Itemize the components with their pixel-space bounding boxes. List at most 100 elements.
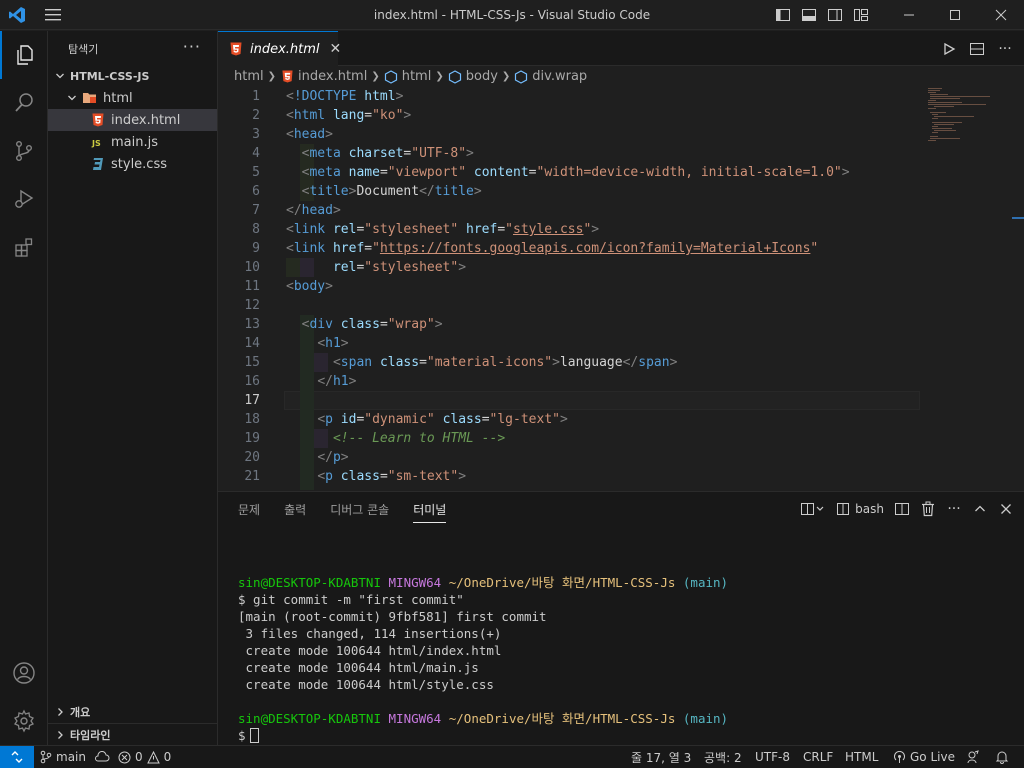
file-main-js[interactable]: JS main.js bbox=[48, 131, 217, 153]
code-line: 17 bbox=[218, 391, 918, 410]
terminal-prompt-line: sin@DESKTOP-KDABTNI MINGW64 ~/OneDrive/바… bbox=[238, 710, 728, 727]
line-number: 19 bbox=[244, 431, 260, 446]
tab-index-html[interactable]: index.html ✕ bbox=[218, 31, 341, 66]
branch-status[interactable]: main bbox=[40, 746, 110, 768]
symbol-element-icon bbox=[448, 69, 462, 84]
chevron-right-icon: ❯ bbox=[371, 71, 380, 82]
go-live-button[interactable]: Go Live bbox=[893, 746, 955, 768]
breadcrumb-item[interactable]: index.html bbox=[298, 69, 367, 84]
project-root[interactable]: HTML-CSS-JS bbox=[48, 65, 217, 87]
line-number: 9 bbox=[252, 241, 260, 256]
indentation-status[interactable]: 공백: 2 bbox=[704, 746, 742, 768]
breadcrumb-item[interactable]: div.wrap bbox=[532, 69, 587, 84]
tab-terminal[interactable]: 터미널 bbox=[413, 501, 447, 523]
notifications-bell-icon[interactable] bbox=[995, 746, 1009, 768]
terminal-command-line: $ git commit -m "first commit" bbox=[238, 592, 464, 607]
code-line: 3 <head> bbox=[218, 125, 918, 144]
problems-status[interactable]: 0 0 bbox=[118, 746, 171, 768]
file-style-css[interactable]: style.css bbox=[48, 153, 217, 175]
accounts-icon[interactable] bbox=[0, 649, 48, 697]
cursor-position[interactable]: 줄 17, 열 3 bbox=[631, 746, 691, 768]
code-line: 11 <body> bbox=[218, 277, 918, 296]
source-control-icon[interactable] bbox=[0, 127, 48, 175]
outline-label: 개요 bbox=[70, 706, 91, 719]
line-number: 10 bbox=[244, 260, 260, 275]
folder-label: html bbox=[103, 90, 133, 106]
explorer-sidebar: 탐색기 ··· HTML-CSS-JS html index.html JS m… bbox=[48, 31, 218, 745]
code-line: 15 <span class="material-icons">language… bbox=[218, 353, 918, 372]
toggle-panel-icon[interactable] bbox=[796, 0, 822, 30]
file-index-html[interactable]: index.html bbox=[48, 109, 217, 131]
line-number: 15 bbox=[244, 355, 260, 370]
title-bar: index.html - HTML-CSS-Js - Visual Studio… bbox=[0, 0, 1024, 30]
run-debug-icon[interactable] bbox=[0, 175, 48, 223]
code-line: 16 </h1> bbox=[218, 372, 918, 391]
feedback-icon[interactable] bbox=[966, 746, 980, 768]
code-line: 1 <!DOCTYPE html> bbox=[218, 87, 918, 106]
code-line: 12 bbox=[218, 296, 918, 315]
trash-icon[interactable] bbox=[920, 499, 936, 519]
line-number: 12 bbox=[244, 298, 260, 313]
tab-debug-console[interactable]: 디버그 콘솔 bbox=[330, 501, 389, 523]
extensions-icon[interactable] bbox=[0, 223, 48, 271]
code-line: 19 <!-- Learn to HTML --> bbox=[218, 429, 918, 448]
breadcrumb-item[interactable]: body bbox=[466, 69, 498, 84]
go-live-label: Go Live bbox=[910, 750, 955, 764]
editor-scrollbar[interactable] bbox=[1012, 87, 1024, 490]
tab-output[interactable]: 출력 bbox=[284, 501, 306, 523]
chevron-right-icon: ❯ bbox=[435, 71, 444, 82]
split-editor-icon[interactable] bbox=[966, 38, 988, 60]
line-number: 7 bbox=[252, 203, 260, 218]
bottom-panel: 문제 출력 디버그 콘솔 터미널 bash ··· sin@DESKTOP-KD… bbox=[218, 491, 1024, 745]
more-actions-icon[interactable]: ··· bbox=[946, 499, 962, 519]
breadcrumb-item[interactable]: html bbox=[234, 69, 264, 84]
close-tab-icon[interactable]: ✕ bbox=[330, 41, 342, 57]
breadcrumb-item[interactable]: html bbox=[402, 69, 432, 84]
terminal-instance[interactable]: bash bbox=[836, 499, 884, 519]
explorer-header: 탐색기 bbox=[68, 43, 99, 56]
more-actions-icon[interactable]: ··· bbox=[183, 37, 201, 56]
toggle-secondary-sidebar-icon[interactable] bbox=[822, 0, 848, 30]
maximize-icon[interactable] bbox=[932, 0, 978, 30]
error-count: 0 bbox=[135, 750, 143, 764]
run-icon[interactable] bbox=[938, 38, 960, 60]
encoding-status[interactable]: UTF-8 bbox=[755, 746, 790, 768]
symbol-element-icon bbox=[384, 69, 398, 84]
timeline-section[interactable]: 타임라인 bbox=[48, 723, 217, 745]
split-terminal-icon[interactable] bbox=[894, 499, 910, 519]
close-window-icon[interactable] bbox=[978, 0, 1024, 30]
file-label: index.html bbox=[111, 112, 181, 128]
html5-file-icon bbox=[90, 112, 106, 128]
editor-tabs: index.html ✕ ··· bbox=[218, 31, 1024, 66]
code-line: 7 </head> bbox=[218, 201, 918, 220]
breadcrumb: html ❯ index.html ❯ html ❯ body ❯ div.wr… bbox=[218, 66, 1024, 87]
language-mode[interactable]: HTML bbox=[845, 746, 878, 768]
chevron-right-icon bbox=[52, 727, 68, 743]
outline-section[interactable]: 개요 bbox=[48, 701, 217, 723]
more-actions-icon[interactable]: ··· bbox=[994, 38, 1016, 60]
remote-indicator-icon[interactable] bbox=[0, 746, 34, 768]
chevron-right-icon: ❯ bbox=[267, 71, 277, 82]
folder-html[interactable]: html bbox=[48, 87, 217, 109]
line-number: 1 bbox=[252, 89, 260, 104]
code-editor[interactable]: 1 <!DOCTYPE html> 2 <html lang="ko"> 3 <hea… bbox=[218, 87, 1024, 490]
close-panel-icon[interactable] bbox=[998, 499, 1014, 519]
line-number: 16 bbox=[244, 374, 260, 389]
error-icon bbox=[118, 751, 131, 763]
minimap[interactable] bbox=[926, 87, 1006, 147]
chevron-right-icon: ❯ bbox=[501, 71, 511, 82]
sync-cloud-icon bbox=[95, 751, 110, 762]
eol-status[interactable]: CRLF bbox=[803, 746, 833, 768]
search-icon[interactable] bbox=[0, 79, 48, 127]
terminal-input-line[interactable]: $ bbox=[238, 727, 259, 744]
minimize-icon[interactable] bbox=[886, 0, 932, 30]
maximize-panel-chevron-up-icon[interactable] bbox=[972, 499, 988, 519]
terminal-cursor bbox=[249, 728, 259, 743]
new-terminal-dropdown-icon[interactable] bbox=[800, 499, 826, 519]
explorer-icon[interactable] bbox=[0, 31, 48, 79]
customize-layout-icon[interactable] bbox=[848, 0, 874, 30]
project-name: HTML-CSS-JS bbox=[70, 69, 150, 83]
tab-problems[interactable]: 문제 bbox=[238, 501, 260, 523]
toggle-primary-sidebar-icon[interactable] bbox=[770, 0, 796, 30]
settings-gear-icon[interactable] bbox=[0, 697, 48, 745]
